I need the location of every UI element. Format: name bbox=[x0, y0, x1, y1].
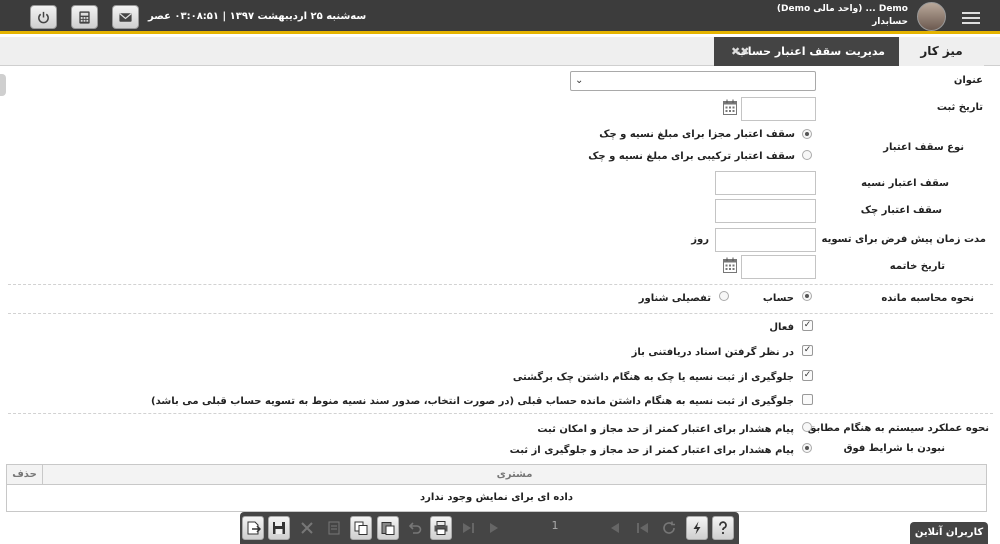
paste-icon bbox=[381, 522, 395, 535]
empty-message: داده ای برای نمایش وجود ندارد bbox=[420, 492, 573, 503]
limit-type-separate-radio[interactable] bbox=[802, 129, 812, 139]
grid-header: حذف مشتری bbox=[7, 465, 986, 485]
first-record-button[interactable] bbox=[457, 516, 479, 540]
next-icon bbox=[611, 523, 619, 533]
refresh-button[interactable] bbox=[658, 516, 680, 540]
edit-button[interactable] bbox=[323, 516, 345, 540]
refresh-icon bbox=[663, 521, 675, 534]
calc-floating-text: تفصیلی شناور bbox=[638, 293, 711, 304]
save-icon bbox=[273, 522, 285, 534]
section-divider bbox=[8, 313, 993, 314]
bounced-cheque-checkbox[interactable]: ✓ bbox=[802, 370, 813, 381]
calc-account-radio[interactable] bbox=[802, 291, 812, 301]
open-docs-label: در نظر گرفتن اسناد دریافتنی باز bbox=[631, 347, 794, 358]
settlement-days-input[interactable] bbox=[715, 228, 816, 252]
column-header-customer[interactable]: مشتری bbox=[43, 465, 986, 485]
delete-icon bbox=[301, 522, 313, 534]
app-header: Demo ... (واحد مالی Demo) حسابدار سه‌شنب… bbox=[0, 0, 1000, 34]
cheque-limit-label: سقف اعتبار چک bbox=[860, 205, 942, 216]
print-button[interactable] bbox=[430, 516, 452, 540]
tab-bar: میز کار مدیریت سقف اعتبار حساب ✖✖ bbox=[0, 37, 1000, 66]
print-icon bbox=[434, 521, 448, 535]
page-number: 1 bbox=[551, 519, 559, 532]
paste-button[interactable] bbox=[377, 516, 399, 540]
calc-account-text: حساب bbox=[762, 293, 794, 304]
last-icon bbox=[637, 523, 648, 533]
calendar-icon[interactable] bbox=[723, 99, 737, 115]
behavior-label-line1: نحوه عملکرد سیستم به هنگام مطابق bbox=[807, 423, 989, 434]
undo-button[interactable] bbox=[404, 516, 426, 540]
prev-record-button[interactable] bbox=[483, 516, 505, 540]
first-icon bbox=[463, 523, 474, 533]
calendar-icon[interactable] bbox=[723, 257, 737, 273]
calculator-button[interactable] bbox=[71, 5, 98, 29]
date-time: سه‌شنبه ۲۵ اردیبهشت ۱۳۹۷ | ۰۳:۰۸:۵۱ عصر bbox=[148, 11, 367, 22]
record-toolbar: 1 bbox=[240, 512, 739, 544]
quick-action-button[interactable] bbox=[686, 516, 708, 540]
help-button[interactable] bbox=[712, 516, 734, 540]
reg-date-input[interactable] bbox=[741, 97, 816, 121]
limit-type-combined-radio[interactable] bbox=[802, 150, 812, 160]
credit-limit-label: سقف اعتبار نسیه bbox=[861, 178, 949, 189]
behavior-label-line2: نبودن با شرایط فوق bbox=[843, 443, 945, 454]
help-icon bbox=[719, 521, 727, 535]
open-docs-checkbox[interactable]: ✓ bbox=[802, 345, 813, 356]
prev-icon bbox=[490, 523, 498, 533]
behavior-block-radio[interactable] bbox=[802, 443, 812, 453]
calc-method-label: نحوه محاسبه مانده bbox=[881, 293, 974, 304]
cheque-limit-input[interactable] bbox=[715, 199, 816, 223]
title-select[interactable]: ⌄ bbox=[570, 71, 816, 91]
flash-icon bbox=[693, 521, 701, 535]
end-date-input[interactable] bbox=[741, 255, 816, 279]
copy-button[interactable] bbox=[350, 516, 372, 540]
customers-grid: حذف مشتری داده ای برای نمایش وجود ندارد bbox=[6, 464, 987, 512]
settlement-unit: روز bbox=[691, 234, 709, 245]
prev-balance-checkbox[interactable] bbox=[802, 394, 813, 405]
chevron-down-icon: ⌄ bbox=[575, 75, 584, 86]
user-role: حسابدار bbox=[872, 17, 908, 27]
reg-date-label: تاریخ ثبت bbox=[936, 102, 983, 113]
limit-type-combined-text: سقف اعتبار ترکیبی برای مبلغ نسیه و چک bbox=[588, 151, 795, 162]
mail-icon bbox=[119, 12, 132, 22]
new-record-button[interactable] bbox=[242, 516, 264, 540]
section-divider bbox=[8, 413, 993, 414]
power-button[interactable] bbox=[30, 5, 57, 29]
behavior-allow-radio[interactable] bbox=[802, 422, 812, 432]
save-button[interactable] bbox=[268, 516, 290, 540]
tab-credit-limit[interactable]: مدیریت سقف اعتبار حساب ✖✖ bbox=[714, 37, 899, 66]
edit-icon bbox=[328, 521, 340, 535]
limit-type-label: نوع سقف اعتبار bbox=[883, 142, 964, 153]
behavior-allow-text: پیام هشدار برای اعتبار کمتر از حد مجاز و… bbox=[537, 424, 794, 435]
title-label: عنوان bbox=[953, 75, 983, 86]
tab-credit-limit-label: مدیریت سقف اعتبار حساب bbox=[736, 45, 885, 58]
bounced-cheque-label: جلوگیری از ثبت نسیه یا چک به هنگام داشتن… bbox=[512, 372, 794, 383]
active-label: فعال bbox=[769, 322, 794, 333]
settlement-label: مدت زمان پیش فرض برای تسویه bbox=[821, 234, 986, 245]
last-record-button[interactable] bbox=[632, 516, 654, 540]
user-name: Demo ... (واحد مالی Demo) bbox=[776, 4, 908, 14]
end-date-label: تاریخ خاتمه bbox=[889, 261, 945, 272]
side-panel-handle[interactable] bbox=[0, 74, 6, 96]
active-checkbox[interactable]: ✓ bbox=[802, 320, 813, 331]
calc-floating-radio[interactable] bbox=[719, 291, 729, 301]
avatar[interactable] bbox=[917, 2, 946, 31]
mail-button[interactable] bbox=[112, 5, 139, 29]
new-icon bbox=[247, 521, 261, 535]
power-icon bbox=[38, 11, 49, 23]
delete-button[interactable] bbox=[296, 516, 318, 540]
next-record-button[interactable] bbox=[604, 516, 626, 540]
column-header-delete[interactable]: حذف bbox=[7, 465, 43, 485]
calculator-icon bbox=[79, 10, 90, 24]
limit-type-separate-text: سقف اعتبار مجزا برای مبلغ نسیه و چک bbox=[599, 129, 795, 140]
menu-icon[interactable] bbox=[962, 9, 988, 25]
behavior-block-text: پیام هشدار برای اعتبار کمتر از حد مجاز و… bbox=[509, 445, 794, 456]
online-users-button[interactable]: کاربران آنلاین bbox=[910, 522, 988, 544]
section-divider bbox=[8, 284, 993, 285]
close-icon[interactable]: ✖✖ bbox=[731, 37, 749, 66]
prev-balance-label: جلوگیری از ثبت نسیه به هنگام داشتن مانده… bbox=[151, 396, 794, 407]
tab-dashboard[interactable]: میز کار bbox=[898, 37, 984, 66]
undo-icon bbox=[408, 522, 422, 534]
credit-limit-input[interactable] bbox=[715, 171, 816, 195]
copy-icon bbox=[354, 521, 368, 535]
